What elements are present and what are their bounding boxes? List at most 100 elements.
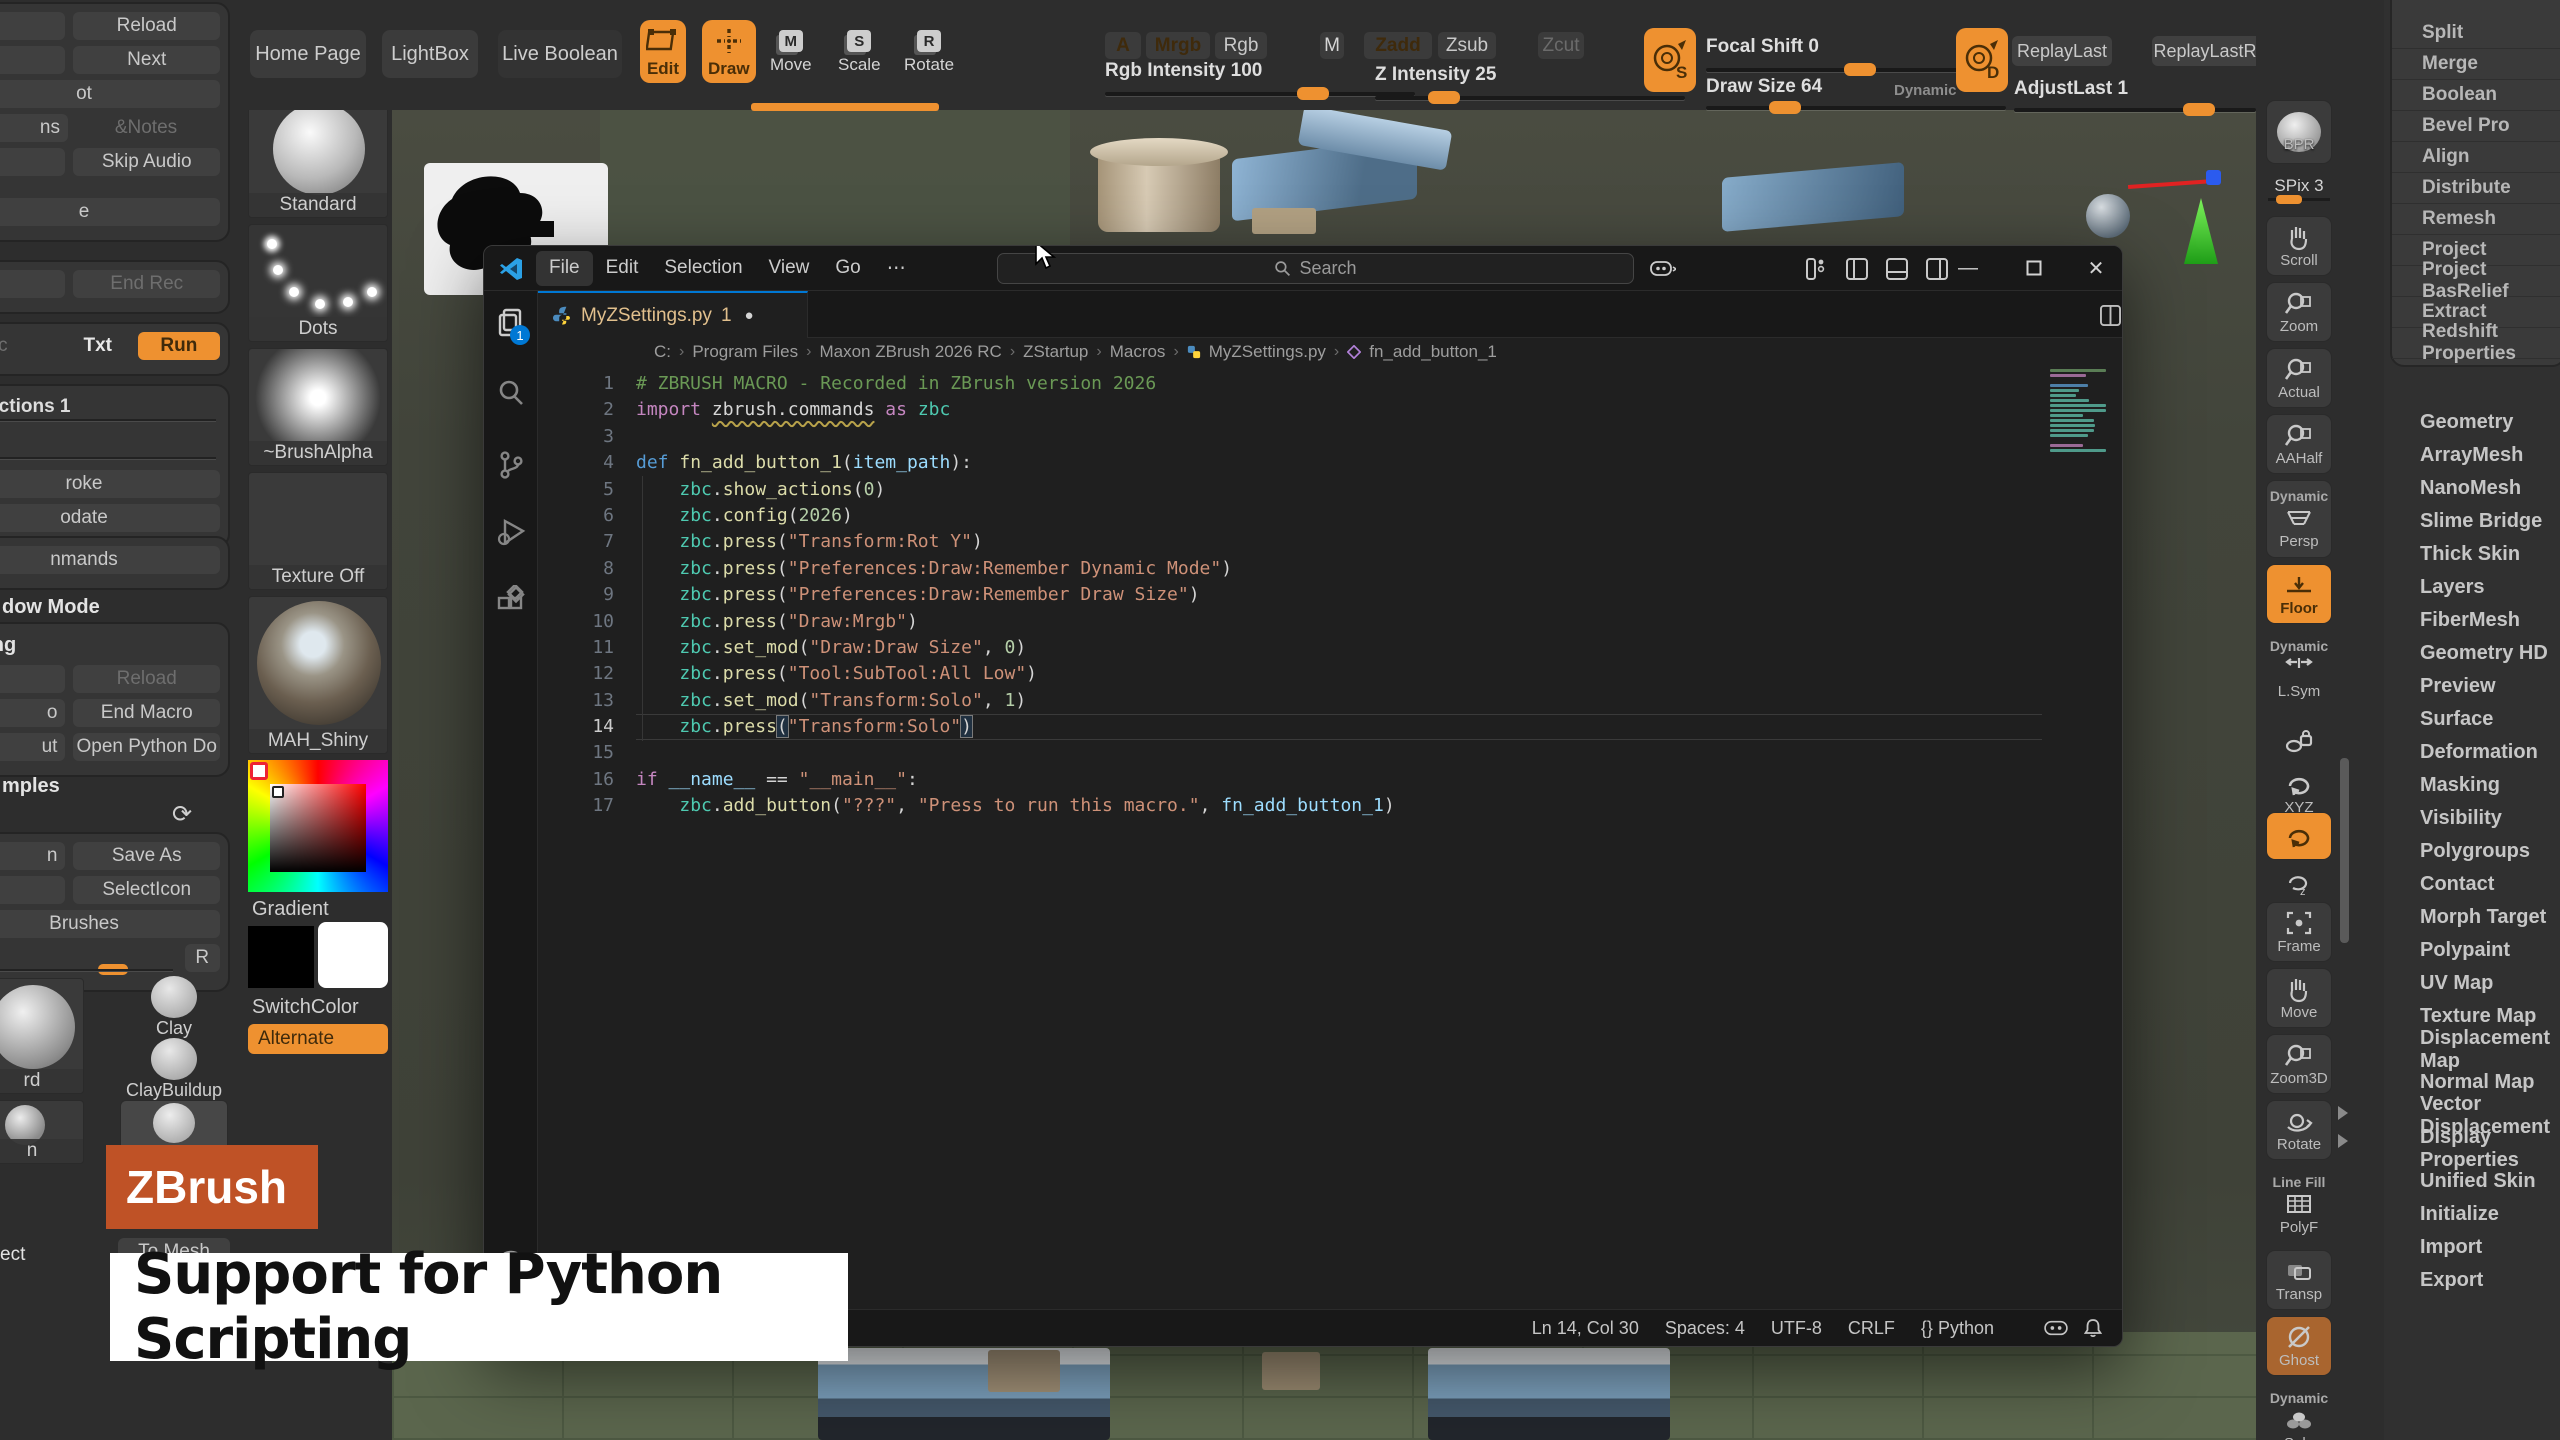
rotate-icon-shelf-button[interactable] (2266, 812, 2332, 860)
code-line[interactable]: import zbrush.commands as zbc (636, 397, 2042, 423)
zoom3d-shelf-button[interactable]: Zoom3D (2266, 1034, 2332, 1094)
macro-button[interactable]: e (0, 198, 220, 226)
m-toggle-button[interactable]: M (1320, 32, 1344, 59)
minimize-button[interactable]: — (1940, 246, 1996, 290)
code-line[interactable]: zbc.show_actions(0) (636, 477, 2042, 503)
code-line[interactable]: zbc.press("Preferences:Draw:Remember Dra… (636, 582, 2042, 608)
macro-button[interactable]: nmands (0, 546, 220, 574)
tool-subpalette-item[interactable]: Displacement Map (2384, 1033, 2560, 1066)
menu-edit[interactable]: Edit (593, 251, 652, 286)
zadd-toggle-button[interactable]: Zadd (1364, 32, 1432, 59)
breadcrumb-item[interactable]: MyZSettings.py (1209, 342, 1326, 362)
menu-more[interactable]: ⋯ (874, 251, 919, 286)
menu-file[interactable]: File (536, 251, 593, 286)
scroll-arrow-icon[interactable] (2338, 1134, 2348, 1148)
stroke-slot-dots[interactable]: Dots (248, 224, 388, 342)
edit-mode-button[interactable]: Edit (640, 20, 686, 83)
macro-button[interactable]: End Rec (73, 270, 220, 298)
tool-subpalette-item[interactable]: Unified Skin (2384, 1165, 2560, 1198)
breadcrumb-item[interactable]: fn_add_button_1 (1369, 342, 1497, 362)
macro-button[interactable]: R (185, 944, 220, 972)
refresh-icon[interactable]: ⟳ (172, 800, 192, 829)
scale-mode-button[interactable]: SScale (838, 30, 881, 75)
tool-action-item[interactable]: Redshift Properties (2392, 328, 2560, 359)
code-line[interactable]: zbc.press("Tool:SubTool:All Low") (636, 661, 2042, 687)
toggle-sidebar-icon[interactable] (1846, 258, 1868, 280)
draw-mode-button[interactable]: Draw (702, 20, 756, 83)
code-line[interactable] (636, 740, 2042, 766)
brush-thumb-small-cut[interactable]: n (0, 1100, 84, 1164)
slider-knob[interactable] (1297, 87, 1329, 100)
code-line[interactable]: def fn_add_button_1(item_path): (636, 450, 2042, 476)
window-mode-label[interactable]: dow Mode (2, 596, 100, 619)
samples-label[interactable]: mples (2, 775, 60, 798)
code-line[interactable]: zbc.add_button("???", "Press to run this… (636, 793, 2042, 819)
breadcrumb[interactable]: C:›Program Files›Maxon ZBrush 2026 RC›ZS… (538, 338, 2122, 366)
macro-button[interactable]: Open Python Do (73, 733, 220, 761)
copilot-status-icon[interactable] (2044, 1318, 2068, 1338)
tool-action-item[interactable]: Merge (2392, 49, 2560, 80)
a-toggle-button[interactable]: A (1105, 32, 1141, 59)
alternate-button[interactable]: Alternate (248, 1024, 388, 1054)
move-mode-button[interactable]: MMove (770, 30, 812, 75)
macro-button[interactable]: odate (0, 504, 220, 532)
menu-view[interactable]: View (756, 251, 823, 286)
spix-3-shelf-button[interactable]: SPix 3 (2266, 170, 2332, 206)
tool-subpalette-item[interactable]: Deformation (2384, 736, 2560, 769)
adjust-last-slider[interactable] (2014, 108, 2256, 112)
secondary-color-swatch[interactable] (318, 922, 388, 988)
breadcrumb-item[interactable]: Program Files (692, 342, 798, 362)
transp-shelf-button[interactable]: Transp (2266, 1250, 2332, 1310)
macro-slider[interactable]: ay 0 (0, 432, 220, 460)
move-shelf-button[interactable]: Move (2266, 968, 2332, 1028)
copilot-icon[interactable] (1650, 258, 1676, 280)
tool-action-item[interactable]: Align (2392, 142, 2560, 173)
home-page-button[interactable]: Home Page (250, 30, 366, 78)
tab-myzsettings[interactable]: MyZSettings.py 1 ● (538, 291, 808, 338)
tool-action-item[interactable]: Split (2392, 18, 2560, 49)
tool-subpalette-item[interactable]: Contact (2384, 868, 2560, 901)
tool-action-item[interactable]: Boolean (2392, 80, 2560, 111)
zoom-shelf-button[interactable]: Zoom (2266, 282, 2332, 342)
color-picker[interactable] (248, 760, 388, 892)
customize-layout-icon[interactable] (1806, 258, 1828, 280)
dynamic-tag[interactable]: Dynamic (1894, 82, 1957, 99)
macro-button[interactable]: Skip Audio (73, 148, 220, 176)
macro-button[interactable] (0, 46, 65, 74)
search-icon[interactable] (495, 377, 527, 409)
rotate-z-icon-shelf-button[interactable]: z (2266, 866, 2332, 900)
tool-subpalette-item[interactable]: Initialize (2384, 1198, 2560, 1231)
macro-button[interactable] (0, 876, 65, 904)
rotate-shelf-button[interactable]: Rotate (2266, 1100, 2332, 1160)
macro-button[interactable]: &Notes (76, 114, 216, 142)
tool-subpalette-item[interactable]: Masking (2384, 769, 2560, 802)
code-line[interactable]: zbc.set_mod("Draw:Draw Size", 0) (636, 635, 2042, 661)
breadcrumb-item[interactable]: C: (654, 342, 671, 362)
code-editor[interactable]: 1234567891011121314151617 # ZBRUSH MACRO… (538, 366, 2122, 1309)
floor-shelf-button[interactable]: Floor (2266, 564, 2332, 624)
gradient-label[interactable]: Gradient (252, 898, 329, 921)
scroll-shelf-button[interactable]: Scroll (2266, 216, 2332, 276)
tool-subpalette-item[interactable]: Layers (2384, 571, 2560, 604)
tool-subpalette-item[interactable]: UV Map (2384, 967, 2560, 1000)
close-button[interactable]: ✕ (2068, 246, 2123, 290)
brush-thumb-standard-cut[interactable]: rd (0, 978, 84, 1094)
breadcrumb-item[interactable]: ZStartup (1023, 342, 1088, 362)
aahalf-shelf-button[interactable]: AAHalf (2266, 414, 2332, 474)
tool-subpalette-item[interactable]: Polypaint (2384, 934, 2560, 967)
notifications-bell-icon[interactable] (2084, 1318, 2102, 1338)
tool-action-item[interactable]: Bevel Pro (2392, 111, 2560, 142)
shelf-scrollbar[interactable] (2340, 758, 2349, 943)
brush-slot-standard[interactable]: Standard (248, 100, 388, 218)
tool-action-item[interactable]: Remesh (2392, 204, 2560, 235)
draw-size-slider[interactable] (1706, 106, 2006, 110)
tool-subpalette-item[interactable]: Import (2384, 1231, 2560, 1264)
solo-shelf-button[interactable]: DynamicSolo (2266, 1382, 2332, 1440)
vscode-titlebar[interactable]: FileEditSelectionViewGo⋯ ← → Search (484, 246, 2122, 291)
code-content[interactable]: # ZBRUSH MACRO - Recorded in ZBrush vers… (636, 371, 2042, 820)
breadcrumb-item[interactable]: Macros (1110, 342, 1166, 362)
replay-last-button[interactable]: ReplayLast (2012, 36, 2112, 66)
macro-button[interactable]: Reload (73, 665, 220, 693)
macro-button[interactable] (0, 270, 65, 298)
lightbox-button[interactable]: LightBox (382, 30, 478, 78)
